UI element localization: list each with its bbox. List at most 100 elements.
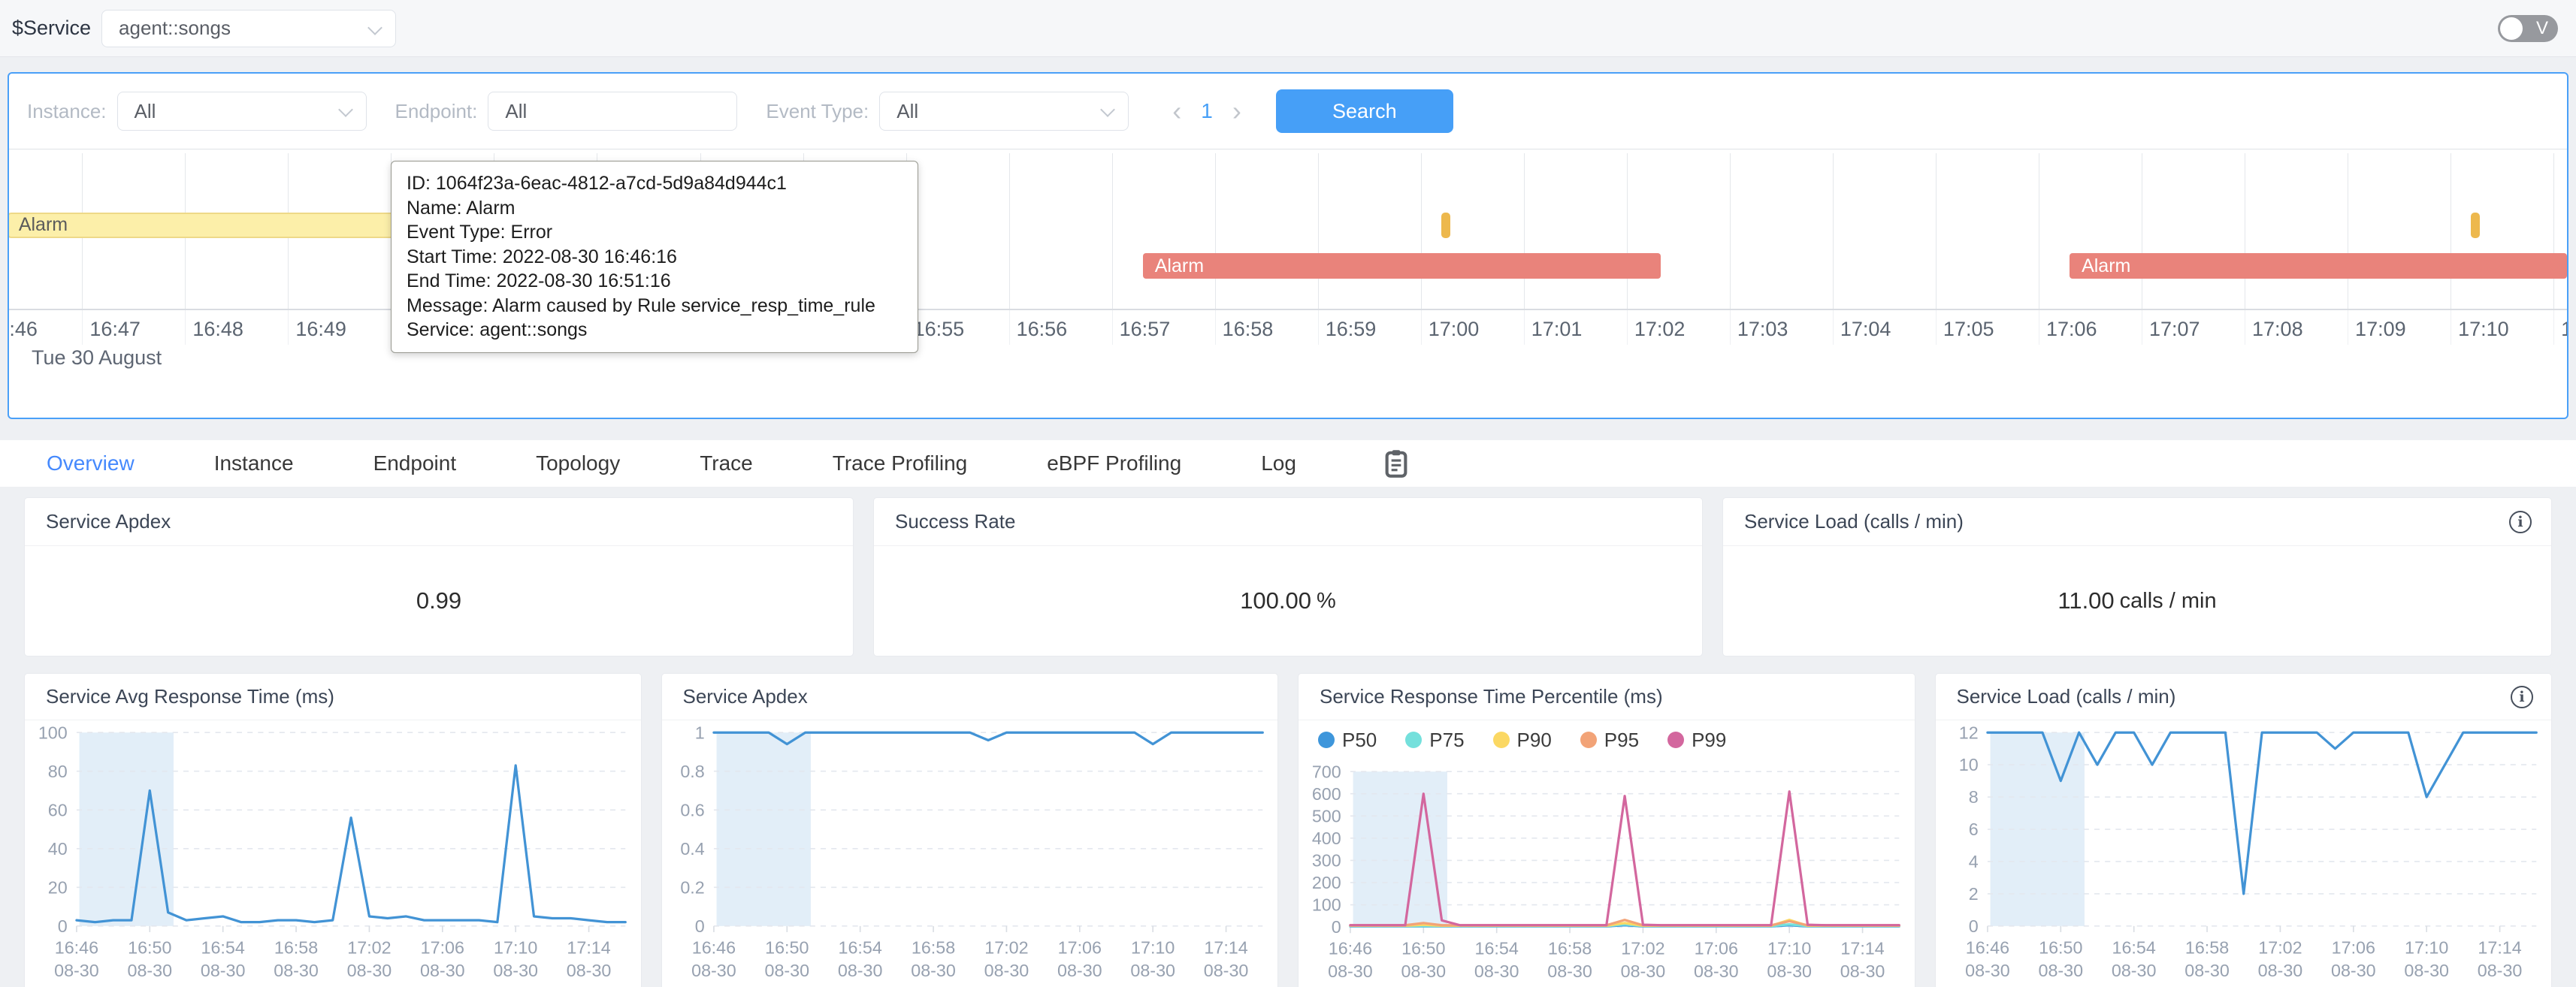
tab-trace-profiling[interactable]: Trace Profiling <box>833 451 967 475</box>
svg-text:08-30: 08-30 <box>1547 961 1592 981</box>
stat-cards-row: Service Apdex 0.99 Success Rate 100.00 %… <box>24 497 2552 656</box>
svg-text:16:50: 16:50 <box>1401 939 1445 958</box>
tabs-bar: Overview Instance Endpoint Topology Trace Tra… <box>0 440 2576 487</box>
toggle-label: V <box>2536 18 2548 39</box>
svg-text:08-30: 08-30 <box>1840 961 1885 981</box>
tab-ebpf-profiling[interactable]: eBPF Profiling <box>1047 451 1181 475</box>
timeline-tick-label: 16:59 <box>1326 318 1377 341</box>
service-load-card: Service Load (calls / min) i 11.00 calls… <box>1722 497 2552 656</box>
svg-text:16:54: 16:54 <box>838 937 881 957</box>
svg-text:17:02: 17:02 <box>1621 939 1664 958</box>
svg-text:08-30: 08-30 <box>2257 961 2302 980</box>
svg-text:2: 2 <box>1968 884 1978 904</box>
svg-text:0.2: 0.2 <box>680 877 704 897</box>
svg-text:0: 0 <box>58 916 68 936</box>
instance-filter-label: Instance: <box>27 100 107 123</box>
svg-text:16:54: 16:54 <box>2112 937 2155 957</box>
search-button[interactable]: Search <box>1276 89 1453 133</box>
svg-text:0.8: 0.8 <box>680 762 704 781</box>
svg-text:0.6: 0.6 <box>680 800 704 819</box>
svg-text:08-30: 08-30 <box>2111 961 2156 980</box>
timeline-subgrid <box>185 310 186 345</box>
svg-text:17:14: 17:14 <box>2478 937 2521 957</box>
tab-endpoint[interactable]: Endpoint <box>373 451 457 475</box>
svg-text:16:54: 16:54 <box>1475 939 1519 958</box>
svg-text:200: 200 <box>1312 873 1341 892</box>
legend-dot-icon <box>1580 732 1597 748</box>
svg-text:16:58: 16:58 <box>2184 937 2228 957</box>
card-title: Service Apdex <box>683 685 808 708</box>
legend-dot-icon <box>1493 732 1510 748</box>
service-select[interactable]: agent::songs <box>101 10 396 47</box>
svg-text:16:58: 16:58 <box>274 937 318 957</box>
event-filter-row: Instance: All Endpoint: All Event Type: … <box>9 74 2567 149</box>
next-page-icon[interactable]: › <box>1220 96 1253 126</box>
svg-text:08-30: 08-30 <box>2331 961 2376 980</box>
svg-text:600: 600 <box>1312 784 1341 804</box>
tab-overview[interactable]: Overview <box>47 451 135 475</box>
card-body: 11.00 calls / min <box>1723 546 2551 656</box>
card-body: 100.00 % <box>874 546 1702 656</box>
clipboard-icon[interactable] <box>1382 448 1410 479</box>
svg-text:8: 8 <box>1968 787 1978 807</box>
svg-text:4: 4 <box>1968 852 1978 871</box>
stat-value: 0.99 <box>416 587 461 614</box>
tab-instance[interactable]: Instance <box>214 451 294 475</box>
version-toggle[interactable]: V <box>2498 15 2558 42</box>
alarm-event-bar[interactable]: Alarm <box>2070 253 2567 279</box>
info-icon[interactable]: i <box>2511 686 2533 708</box>
svg-text:08-30: 08-30 <box>984 961 1029 980</box>
svg-text:17:06: 17:06 <box>421 937 464 957</box>
legend-item-p95[interactable]: P95 <box>1580 729 1639 752</box>
event-marker[interactable] <box>1441 213 1450 238</box>
tooltip-service-line: Service: agent::songs <box>407 318 903 343</box>
info-icon[interactable]: i <box>2509 511 2532 533</box>
timeline-tick-label: 17:00 <box>1429 318 1480 341</box>
stat-value: 11.00 <box>2057 587 2114 614</box>
legend-item-p90[interactable]: P90 <box>1493 729 1552 752</box>
event-marker[interactable] <box>2471 213 2479 238</box>
tabs-list: Overview Instance Endpoint Topology Trace Tra… <box>47 451 1376 475</box>
event-type-select[interactable]: All <box>879 92 1129 131</box>
svg-text:16:58: 16:58 <box>1548 939 1592 958</box>
prev-page-icon[interactable]: ‹ <box>1160 96 1193 126</box>
svg-text:08-30: 08-30 <box>1057 961 1102 980</box>
tab-topology[interactable]: Topology <box>536 451 620 475</box>
instance-select[interactable]: All <box>117 92 367 131</box>
card-header: Success Rate <box>874 498 1702 546</box>
svg-text:08-30: 08-30 <box>1767 961 1812 981</box>
card-title: Service Apdex <box>46 510 171 533</box>
timeline-tick-label: 16:56 <box>1017 318 1068 341</box>
top-bar: $Service agent::songs V <box>0 0 2576 57</box>
svg-text:0: 0 <box>1332 917 1341 937</box>
legend-item-p50[interactable]: P50 <box>1318 729 1377 752</box>
tab-log[interactable]: Log <box>1261 451 1296 475</box>
stat-value: 100.00 <box>1240 587 1311 614</box>
timeline-tick-label: 17:11 <box>2561 318 2567 341</box>
timeline-gridline <box>1730 153 1731 309</box>
timeline-gridline <box>1318 153 1319 309</box>
card-body: 0.99 <box>25 546 853 656</box>
svg-text:08-30: 08-30 <box>1474 961 1519 981</box>
tab-trace[interactable]: Trace <box>700 451 753 475</box>
timeline-tick-label: 17:04 <box>1840 318 1891 341</box>
card-title: Success Rate <box>895 510 1015 533</box>
timeline-gridline <box>1936 153 1937 309</box>
timeline-subgrid <box>1627 310 1628 345</box>
timeline-tick-label: 16:49 <box>295 318 346 341</box>
svg-text:17:02: 17:02 <box>2258 937 2302 957</box>
alarm-event-bar[interactable]: Alarm <box>1143 253 1661 279</box>
svg-text:08-30: 08-30 <box>2184 961 2230 980</box>
svg-text:20: 20 <box>48 877 68 897</box>
endpoint-input[interactable]: All <box>488 92 737 131</box>
timeline-subgrid <box>1833 310 1834 345</box>
timeline-subgrid <box>1524 310 1525 345</box>
legend-item-p99[interactable]: P99 <box>1667 729 1726 752</box>
line-chart: 010020030040050060070016:4608-3016:5008-… <box>1299 759 1915 987</box>
timeline-tick-label: 17:08 <box>2252 318 2303 341</box>
legend-item-p75[interactable]: P75 <box>1405 729 1464 752</box>
svg-text:08-30: 08-30 <box>764 961 809 980</box>
timeline-tick-label: 17:03 <box>1737 318 1788 341</box>
timeline-gridline <box>1215 153 1216 309</box>
svg-text:08-30: 08-30 <box>2404 961 2449 980</box>
